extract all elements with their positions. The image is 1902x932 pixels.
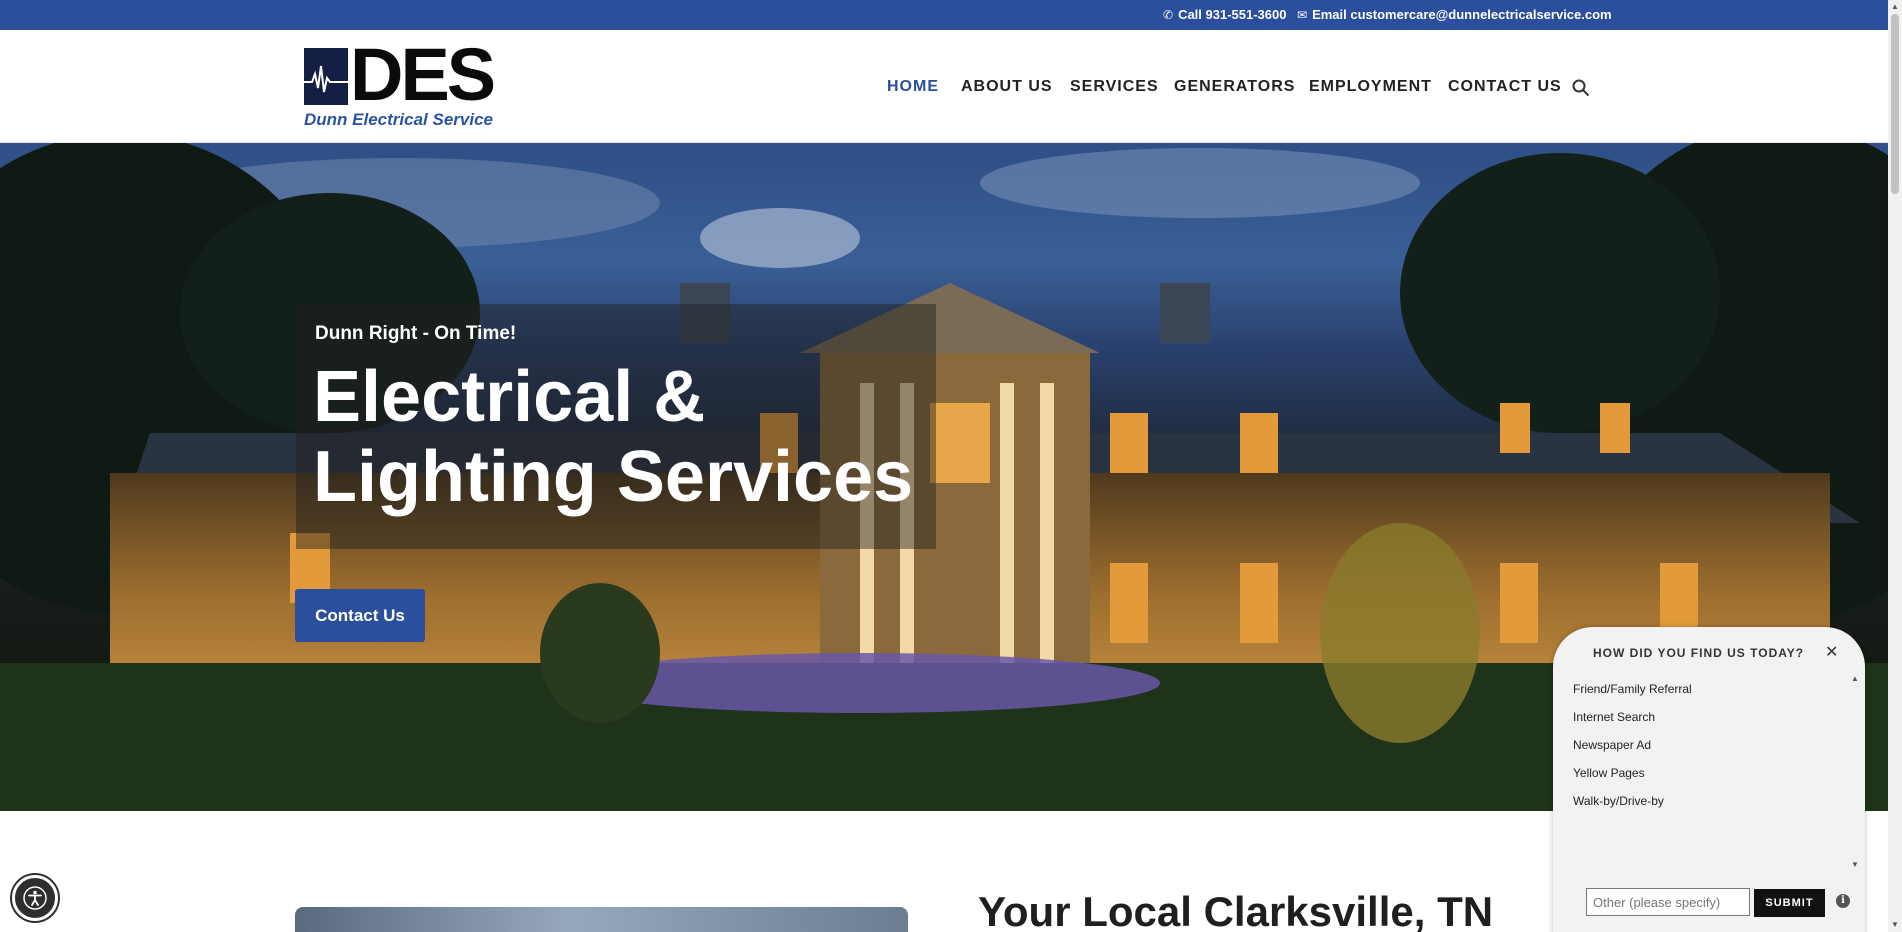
search-icon[interactable] bbox=[1572, 79, 1590, 97]
contact-us-button[interactable]: Contact Us bbox=[295, 589, 425, 642]
phone-icon: ✆ bbox=[1163, 8, 1174, 22]
phone-text: Call 931-551-3600 bbox=[1178, 7, 1287, 22]
hero-headline-line1: Electrical & bbox=[313, 357, 706, 437]
email-text: Email customercare@dunnelectricalservice… bbox=[1312, 7, 1612, 22]
close-icon[interactable]: ✕ bbox=[1825, 642, 1838, 662]
survey-submit-button[interactable]: SUBMIT bbox=[1754, 889, 1825, 917]
nav-contact-us[interactable]: CONTACT US bbox=[1448, 78, 1562, 96]
survey-scroll-up-icon[interactable]: ▲ bbox=[1851, 674, 1859, 683]
top-contact-bar: ✆ Call 931-551-3600 ✉ Email customercare@d… bbox=[0, 0, 1888, 30]
nav-home[interactable]: HOME bbox=[887, 78, 939, 96]
section-image bbox=[295, 907, 908, 932]
survey-option[interactable]: Walk-by/Drive-by bbox=[1573, 794, 1664, 808]
phone-link[interactable]: ✆ Call 931-551-3600 bbox=[1163, 0, 1286, 30]
nav-employment[interactable]: EMPLOYMENT bbox=[1309, 78, 1432, 96]
section-title: Your Local Clarksville, TN bbox=[978, 888, 1494, 932]
page-scrollbar[interactable]: ▲ ▼ bbox=[1888, 0, 1902, 932]
scroll-down-arrow-icon[interactable]: ▼ bbox=[1891, 920, 1899, 929]
email-link[interactable]: ✉ Email customercare@dunnelectricalservic… bbox=[1297, 0, 1612, 30]
survey-question: HOW DID YOU FIND US TODAY? bbox=[1593, 646, 1805, 660]
accessibility-icon bbox=[23, 886, 47, 910]
survey-option[interactable]: Friend/Family Referral bbox=[1573, 682, 1692, 696]
survey-option[interactable]: Internet Search bbox=[1573, 710, 1655, 724]
hero-kicker: Dunn Right - On Time! bbox=[315, 323, 517, 344]
scrollbar-thumb[interactable] bbox=[1891, 14, 1899, 194]
site-header: DES Dunn Electrical Service HOME ABOUT U… bbox=[0, 30, 1888, 143]
survey-option[interactable]: Yellow Pages bbox=[1573, 766, 1645, 780]
hero-headline-line2: Lighting Services bbox=[313, 437, 914, 517]
nav-generators[interactable]: GENERATORS bbox=[1174, 78, 1295, 96]
scroll-up-arrow-icon[interactable]: ▲ bbox=[1891, 2, 1899, 11]
survey-other-input[interactable] bbox=[1586, 888, 1750, 916]
info-icon[interactable]: i bbox=[1836, 894, 1850, 908]
nav-about-us[interactable]: ABOUT US bbox=[961, 78, 1053, 96]
envelope-icon: ✉ bbox=[1297, 8, 1308, 22]
hero-headline: Electrical & Lighting Services bbox=[313, 357, 913, 517]
nav-services[interactable]: SERVICES bbox=[1070, 78, 1159, 96]
survey-option[interactable]: Newspaper Ad bbox=[1573, 738, 1651, 752]
main-nav: HOME ABOUT US SERVICES GENERATORS EMPLOY… bbox=[0, 30, 1888, 143]
survey-scroll-down-icon[interactable]: ▼ bbox=[1851, 860, 1859, 869]
accessibility-button[interactable] bbox=[12, 875, 58, 921]
survey-widget: HOW DID YOU FIND US TODAY? ✕ ▲ Friend/Fa… bbox=[1553, 627, 1865, 932]
survey-options: Friend/Family Referral Internet Search N… bbox=[1553, 675, 1849, 865]
